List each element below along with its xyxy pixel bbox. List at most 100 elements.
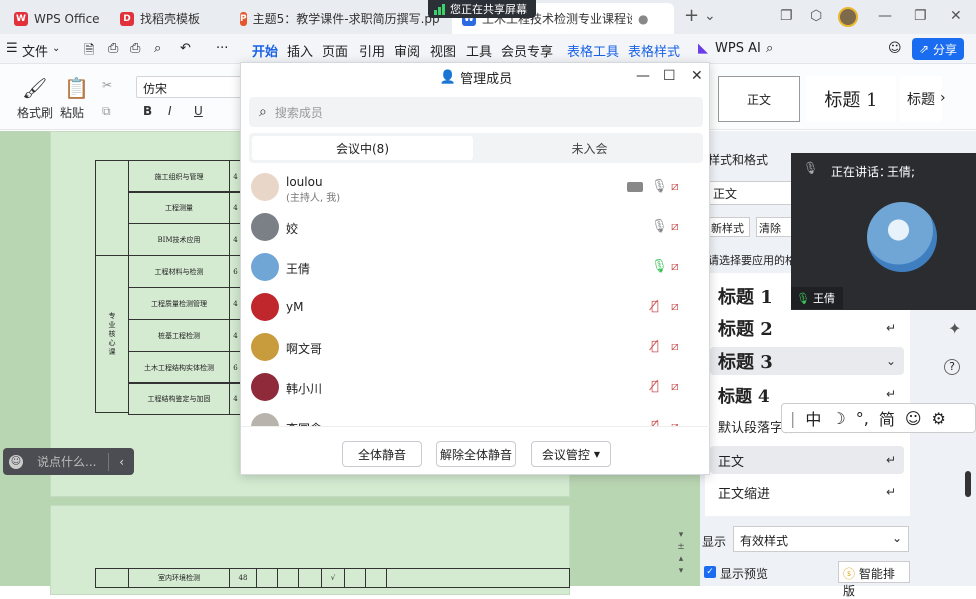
display-select[interactable]: 有效样式 ⌄ — [733, 526, 909, 552]
window-mode-icon[interactable]: ❐ — [780, 8, 793, 24]
format-painter-label[interactable]: 格式刷 — [17, 104, 53, 121]
tab-ppt[interactable]: P 主题5：教学课件-求职简历撰写.pptx — [230, 3, 440, 34]
smart-layout-button[interactable]: ⓢ 智能排版 — [838, 561, 910, 598]
page-nav-icon[interactable]: ▾ ± ▴ ▾ — [676, 529, 686, 577]
menu-page[interactable]: 页面 — [322, 41, 348, 60]
tab-docer[interactable]: D 找稻壳模板 — [110, 3, 210, 34]
preview-icon[interactable]: ⌕ — [154, 41, 161, 56]
scroll-handle[interactable] — [965, 471, 971, 497]
menu-insert[interactable]: 插入 — [287, 41, 313, 60]
simplified-toggle[interactable]: 简 — [879, 406, 895, 430]
participant-row[interactable]: 姣 🎙 ⧄ — [241, 207, 711, 247]
participant-row[interactable]: 韩小川 🎙̸ ⧄ — [241, 367, 711, 407]
speaker-video-tile[interactable]: 🎙 正在讲话： 王倩; 🎙 王倩 — [791, 153, 976, 310]
minimize-icon[interactable]: — — [636, 68, 650, 84]
cube-icon[interactable]: ⬡ — [810, 8, 822, 24]
mic-icon[interactable]: 🎙 — [651, 259, 668, 274]
new-style-button[interactable]: 新样式 — [708, 217, 750, 237]
clear-format-button[interactable]: 清除格 — [756, 217, 792, 237]
emoji-icon[interactable]: ☺ — [9, 454, 23, 469]
italic-button[interactable]: I — [168, 104, 172, 118]
maximize-icon[interactable]: ☐ — [663, 68, 676, 84]
current-style-input[interactable]: 正文 — [708, 181, 793, 205]
camera-off-icon[interactable]: ⧄ — [671, 379, 687, 393]
ime-mode[interactable]: 中 — [805, 406, 821, 430]
more-icon[interactable]: ··· — [216, 41, 228, 56]
punct-toggle[interactable]: °, — [856, 409, 869, 428]
search-icon[interactable]: ⌕ — [766, 41, 773, 56]
bold-button[interactable]: B — [143, 104, 152, 118]
print-icon[interactable]: ⎙ — [130, 41, 140, 56]
new-tab-icon[interactable]: + — [684, 5, 699, 26]
mic-muted-icon[interactable]: 🎙̸ — [651, 339, 667, 354]
paste-label[interactable]: 粘贴 — [60, 104, 84, 121]
camera-off-icon[interactable]: ⧄ — [671, 299, 687, 313]
copy-icon[interactable]: ⧉ — [102, 104, 111, 119]
chat-input[interactable]: ☺ 说点什么... ‹ — [3, 448, 134, 475]
emoji-icon[interactable]: ☺ — [905, 409, 922, 428]
mic-muted-icon[interactable]: 🎙̸ — [651, 379, 667, 394]
save-icon[interactable]: 🗎 — [84, 41, 94, 63]
menu-wps-ai[interactable]: WPS AI — [715, 41, 761, 56]
style-item[interactable]: 正文 ↵ — [710, 446, 904, 474]
menu-start[interactable]: 开始 — [252, 41, 278, 60]
export-icon[interactable]: ⎙ — [108, 41, 118, 56]
camera-off-icon[interactable]: ⧄ — [671, 339, 687, 353]
camera-off-icon[interactable]: ⧄ — [671, 219, 687, 233]
tab-not-joined[interactable]: 未入会 — [479, 136, 700, 160]
style-normal-card[interactable]: 正文 — [718, 76, 800, 122]
close-icon[interactable]: ● — [638, 12, 648, 26]
participant-row[interactable]: 李国念🎙̸⧄ — [241, 407, 711, 427]
format-painter-icon[interactable]: 🖌 — [22, 76, 47, 100]
undo-icon[interactable]: ↶ — [180, 41, 191, 56]
underline-button[interactable]: U — [194, 104, 203, 118]
hamburger-icon[interactable]: ☰ — [6, 41, 18, 56]
participant-row[interactable]: 王倩 🎙 ⧄ — [241, 247, 711, 287]
camera-off-icon[interactable]: ⧄ — [671, 259, 687, 273]
style-h1-card[interactable]: 标题 1 — [806, 76, 896, 122]
share-button[interactable]: ⇗ 分享 — [912, 38, 964, 60]
chat-icon[interactable]: ☺ — [888, 41, 902, 56]
chevron-right-icon[interactable]: › — [940, 90, 946, 106]
menu-vip[interactable]: 会员专享 — [501, 41, 553, 60]
ime-toolbar[interactable]: | 中 ☽ °, 简 ☺ ⚙ — [781, 403, 976, 433]
search-members-input[interactable]: ⌕ 搜索成员 — [249, 97, 703, 127]
menu-view[interactable]: 视图 — [430, 41, 456, 60]
screen-share-banner[interactable]: 您正在共享屏幕 — [428, 0, 536, 18]
style-item[interactable]: 标题 3 ⌄ — [710, 347, 904, 375]
chevron-down-icon[interactable]: ⌄ — [52, 43, 60, 54]
magic-icon[interactable]: ✦ — [948, 319, 961, 338]
gear-icon[interactable]: ⚙ — [932, 409, 946, 428]
participant-row[interactable]: 啊文哥 🎙̸ ⧄ — [241, 327, 711, 367]
drag-handle[interactable]: | — [790, 409, 795, 428]
collapse-icon[interactable]: ‹ — [109, 455, 134, 469]
moon-icon[interactable]: ☽ — [831, 409, 845, 428]
camera-off-icon[interactable]: ⧄ — [671, 179, 687, 193]
paste-icon[interactable]: 📋 — [64, 76, 89, 100]
unmute-all-button[interactable]: 解除全体静音 — [436, 441, 516, 467]
font-name-input[interactable]: 仿宋 — [136, 76, 244, 98]
participant-row[interactable]: loulou (主持人, 我) 🎙 ⧄ — [241, 167, 711, 207]
participant-row[interactable]: yM 🎙̸ ⧄ — [241, 287, 711, 327]
menu-file[interactable]: 文件 — [22, 41, 48, 60]
menu-review[interactable]: 审阅 — [394, 41, 420, 60]
mic-icon[interactable]: 🎙 — [651, 219, 668, 234]
close-window-icon[interactable]: ✕ — [950, 8, 962, 24]
menu-tools[interactable]: 工具 — [466, 41, 492, 60]
menu-table-style[interactable]: 表格样式 — [628, 41, 680, 60]
style-item[interactable]: 正文缩进 ↵ — [710, 478, 904, 506]
screen-share-icon[interactable] — [627, 182, 643, 192]
style-h1b-card[interactable]: 标题 — [900, 76, 942, 122]
minimize-icon[interactable]: — — [878, 8, 892, 24]
tab-wps-office[interactable]: W WPS Office — [4, 3, 110, 34]
menu-table-tools[interactable]: 表格工具 — [567, 41, 619, 60]
style-item[interactable]: 标题 2 ↵ — [710, 314, 904, 342]
avatar[interactable] — [838, 7, 858, 27]
cut-icon[interactable]: ✂ — [102, 78, 112, 92]
tab-in-meeting[interactable]: 会议中(8) — [252, 136, 473, 160]
mic-icon[interactable]: 🎙 — [651, 179, 668, 194]
chevron-down-icon[interactable]: ⌄ — [704, 8, 716, 24]
mute-all-button[interactable]: 全体静音 — [342, 441, 422, 467]
help-icon[interactable]: ? — [944, 359, 960, 375]
menu-reference[interactable]: 引用 — [359, 41, 385, 60]
